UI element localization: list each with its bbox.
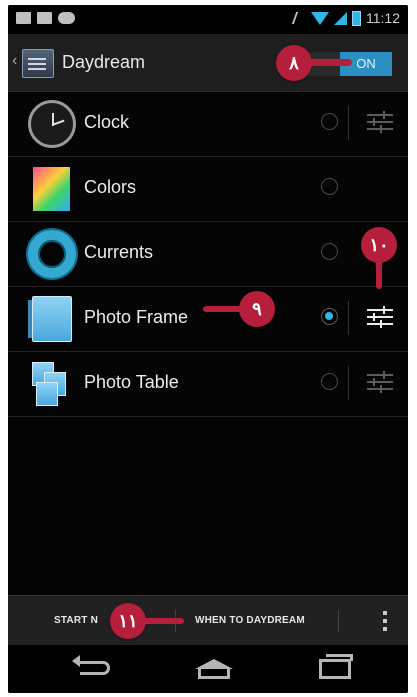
- callout-number: ٩: [252, 299, 262, 319]
- overflow-menu-icon[interactable]: [383, 611, 387, 631]
- list-item-photo-table[interactable]: Photo Table: [8, 352, 408, 417]
- list-item-label: Colors: [84, 177, 137, 197]
- callout-10: ١٠: [361, 227, 397, 289]
- system-icons: 11:12: [291, 10, 400, 26]
- callout-11: ١١: [110, 603, 184, 639]
- email-icon: [16, 12, 31, 24]
- clock-icon: [28, 100, 76, 148]
- radio-clock[interactable]: [321, 113, 338, 130]
- daydream-list: Clock Colors Currents Photo Frame Photo …: [8, 92, 408, 417]
- navigation-bar: [8, 645, 408, 693]
- notification-icons: [16, 12, 75, 24]
- signal-icon: [334, 11, 347, 25]
- callout-number: ١١: [118, 611, 138, 631]
- back-icon[interactable]: [72, 655, 110, 675]
- gamepad-icon: [58, 12, 75, 24]
- divider: [338, 610, 339, 632]
- divider: [348, 301, 349, 335]
- start-now-button[interactable]: START N: [54, 596, 98, 646]
- calendar-icon: [37, 12, 52, 24]
- mute-icon: [291, 12, 309, 24]
- daydream-settings-icon[interactable]: [22, 49, 54, 78]
- when-to-daydream-button[interactable]: WHEN TO DAYDREAM: [195, 596, 305, 646]
- settings-icon[interactable]: [365, 368, 395, 396]
- settings-icon[interactable]: [365, 108, 395, 136]
- list-item-currents[interactable]: Currents: [8, 222, 408, 287]
- battery-icon: [352, 10, 361, 26]
- page-title: Daydream: [62, 52, 146, 72]
- status-bar: 11:12: [8, 5, 408, 34]
- list-item-label: Currents: [84, 242, 154, 262]
- callout-9: ٩: [203, 291, 275, 327]
- settings-icon[interactable]: [365, 303, 395, 331]
- list-item-colors[interactable]: Colors: [8, 157, 408, 222]
- back-chevron-icon[interactable]: ‹: [12, 52, 17, 70]
- phone-screen: 11:12 ‹ Daydream ON Clock Colors Current…: [8, 5, 408, 693]
- photo-frame-icon: [28, 296, 72, 342]
- recent-apps-icon[interactable]: [319, 654, 353, 679]
- radio-colors[interactable]: [321, 178, 338, 195]
- list-item-label: Photo Table: [84, 372, 179, 392]
- list-item-label: Clock: [84, 112, 130, 132]
- divider: [348, 106, 349, 140]
- photo-table-icon: [32, 362, 72, 406]
- callout-number: ١٠: [369, 235, 389, 255]
- clock-time: 11:12: [366, 10, 400, 26]
- list-item-label: Photo Frame: [84, 307, 189, 327]
- list-item-photo-frame[interactable]: Photo Frame: [8, 287, 408, 352]
- colors-icon: [33, 167, 70, 211]
- list-item-clock[interactable]: Clock: [8, 92, 408, 157]
- radio-currents[interactable]: [321, 243, 338, 260]
- callout-8: ٨: [276, 45, 352, 81]
- divider: [348, 366, 349, 400]
- radio-photo-table[interactable]: [321, 373, 338, 390]
- currents-icon: [28, 230, 76, 278]
- wifi-icon: [311, 11, 329, 25]
- radio-photo-frame[interactable]: [321, 308, 338, 325]
- home-icon[interactable]: [195, 659, 233, 679]
- button-bar: START N WHEN TO DAYDREAM: [8, 595, 408, 646]
